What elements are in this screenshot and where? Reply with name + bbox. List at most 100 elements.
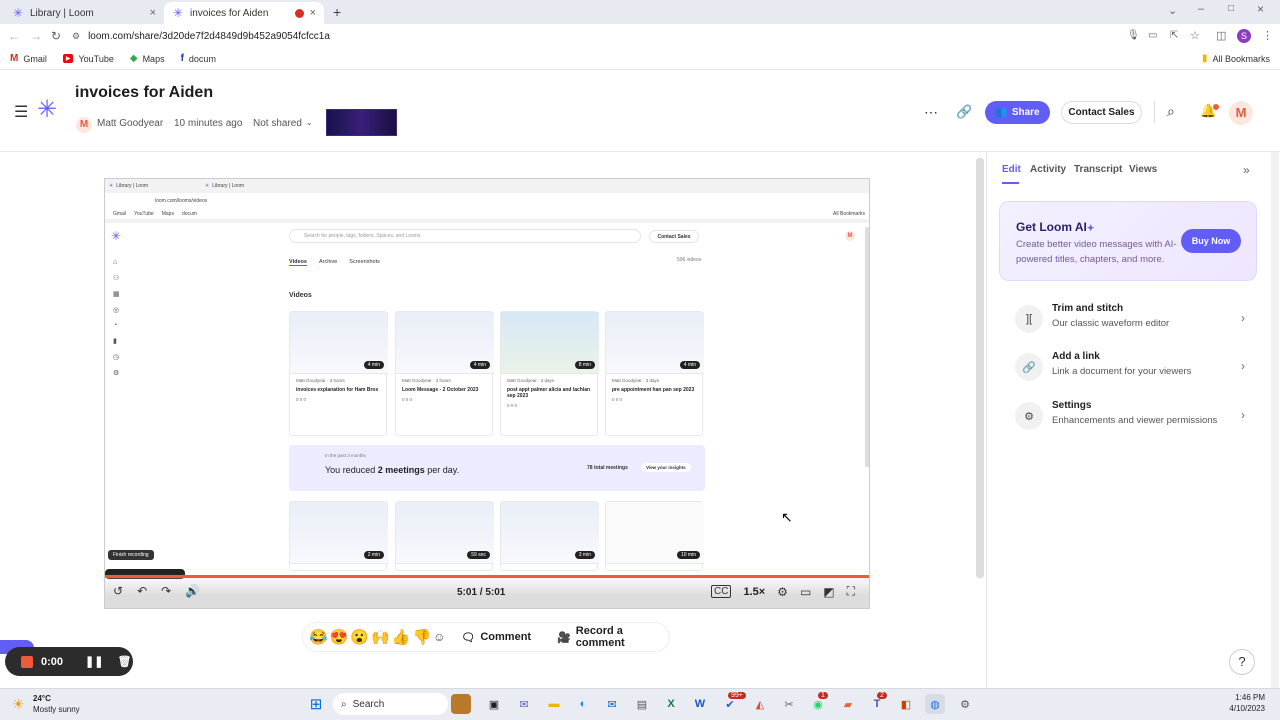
acrobat-icon[interactable]: ◭ [750,694,770,714]
help-button[interactable]: ? [1229,649,1255,675]
edge-icon[interactable]: ◐ [573,694,593,714]
tab-edit[interactable]: Edit [1002,164,1021,175]
cast-icon[interactable]: ▭ [1148,30,1157,41]
task-view-icon[interactable]: ▣ [484,694,504,714]
snipping-icon[interactable]: ✂ [779,694,799,714]
option-add-link[interactable]: 🔗 Add a link Link a document for your vi… [1015,351,1245,385]
emoji-raised-hands[interactable]: 🙌 [371,628,390,646]
captions-icon[interactable]: CC [711,585,732,598]
forward-icon[interactable]: ↷ [161,584,171,598]
bookmark-star-icon[interactable]: ☆ [1190,29,1200,42]
page-title[interactable]: invoices for Aiden [75,84,213,102]
taskbar-search[interactable]: ⌕ Search [333,693,448,715]
sharing-dropdown[interactable]: Not shared ⌄ [253,118,313,129]
side-panel-icon[interactable]: ◫ [1216,29,1226,42]
theater-mode-icon[interactable]: ▭ [800,585,811,599]
emoji-thumbs-up[interactable]: 👍 [392,628,411,646]
delete-icon[interactable]: 🗑 [117,655,131,668]
outlook-icon[interactable]: ✉ [602,694,622,714]
record-comment-button[interactable]: 🎥 Record a comment [557,625,663,649]
teams-chat-icon[interactable]: ✉ [514,694,534,714]
bookmark-youtube[interactable]: ▶ YouTube [62,54,114,64]
stop-recording-icon[interactable] [21,655,33,668]
option-settings[interactable]: ⚙ Settings Enhancements and viewer permi… [1015,400,1245,434]
author-name[interactable]: Matt Goodyear [97,118,163,129]
close-icon[interactable]: × [310,7,316,19]
copy-link-icon[interactable]: 🔗 [956,104,972,120]
tab-views[interactable]: Views [1129,164,1157,175]
close-icon[interactable]: × [150,7,156,19]
all-bookmarks[interactable]: ▮ All Bookmarks [1202,53,1270,64]
video-thumbnail[interactable] [326,109,397,136]
contact-sales-button[interactable]: Contact Sales [1061,101,1142,124]
hamburger-menu-icon[interactable]: ☰ [14,102,28,122]
tab-transcript[interactable]: Transcript [1074,164,1122,175]
file-explorer-icon[interactable]: ▬ [544,694,564,714]
clock-time[interactable]: 1:46 PM [1235,693,1265,702]
buy-now-button[interactable]: Buy Now [1181,229,1241,253]
video-player[interactable]: ✳ Library | Loom ✳ Library | Loom loom.com… [104,178,870,609]
speed-button[interactable]: 1.5× [743,586,765,598]
rewind-icon[interactable]: ↶ [137,584,147,598]
clock-date[interactable]: 4/10/2023 [1215,704,1265,713]
excel-icon[interactable]: X [661,694,681,714]
progress-bar[interactable] [105,575,869,578]
share-button[interactable]: 👥 Share [985,101,1050,124]
picture-in-picture-icon[interactable]: ◩ [823,585,834,599]
page-scrollbar[interactable] [976,158,984,578]
browser-scrollbar[interactable] [1271,152,1279,688]
weather-temp[interactable]: 24°C [33,694,51,703]
settings-app-icon[interactable]: ⚙ [955,694,975,714]
word-icon[interactable]: W [690,694,710,714]
option-trim-stitch[interactable]: ][ Trim and stitch Our classic waveform … [1015,303,1245,337]
window-close-icon[interactable]: × [1257,2,1264,16]
fullscreen-icon[interactable]: ⛶ [847,584,855,599]
tab-library-loom[interactable]: ✳ Library | Loom × [4,2,164,24]
mic-icon[interactable]: 🎙 [1127,30,1140,41]
app-icon[interactable]: ◧ [896,694,916,714]
minimize-icon[interactable]: – [1198,3,1204,15]
bookmark-maps[interactable]: ◆ Maps [130,53,165,64]
search-icon[interactable]: ⌕ [1167,103,1175,120]
replay-icon[interactable]: ↺ [113,584,123,598]
weather-desc[interactable]: Mostly sunny [33,705,80,714]
tab-search-icon[interactable]: ⌄ [1168,4,1177,17]
emoji-wow[interactable]: 😮 [350,628,369,646]
comment-button[interactable]: 🗨 Comment [461,631,531,644]
recording-timer: 0:00 [41,655,64,668]
volume-icon[interactable]: 🔊 [185,584,200,598]
bookmark-gmail[interactable]: M Gmail [10,53,47,64]
site-info-icon[interactable]: ⚙ [72,31,80,42]
tab-activity[interactable]: Activity [1030,164,1066,175]
more-menu-icon[interactable]: ⋮ [1262,29,1273,42]
widgets-icon[interactable] [451,694,471,714]
emoji-heart-eyes[interactable]: 😍 [330,628,349,646]
emoji-thumbs-down[interactable]: 👎 [412,628,431,646]
emoji-joy[interactable]: 😂 [309,628,328,646]
loom-logo-icon: ✳ [109,183,114,189]
folder-app-icon[interactable]: ▰ [838,694,858,714]
windows-start-icon[interactable]: ⊞ [306,694,326,714]
add-emoji-icon[interactable]: ☺ [433,630,445,644]
collapse-panel-icon[interactable]: » [1243,163,1250,177]
bookmark-docum[interactable]: f docum [181,53,216,64]
calculator-icon[interactable]: ▤ [632,694,652,714]
user-avatar[interactable]: M [1229,101,1253,125]
back-icon[interactable]: ← [8,29,20,43]
chrome-icon[interactable]: ◍ [925,694,945,714]
reload-icon[interactable]: ↻ [51,29,61,43]
weather-icon[interactable]: ☀ [12,696,25,713]
new-tab-icon[interactable]: + [333,4,341,20]
video-bookmarks: Gmail YouTube Maps docum All Bookmarks [105,209,869,219]
pause-icon[interactable]: ❚❚ [85,655,103,668]
maximize-icon[interactable]: □ [1228,3,1234,14]
more-options-icon[interactable]: ⋯ [924,104,938,121]
settings-gear-icon[interactable]: ⚙ [777,585,788,599]
url-bar[interactable]: ⚙ loom.com/share/3d20de7f2d4849d9b452a90… [72,27,1122,46]
loom-logo-icon[interactable]: ✳ [37,98,57,122]
profile-avatar[interactable]: S [1237,29,1251,43]
share-page-icon[interactable]: ⇱ [1170,30,1178,41]
video-address-row [105,193,869,209]
tab-invoices[interactable]: ✳ invoices for Aiden × [164,2,324,24]
forward-icon[interactable]: → [30,29,42,43]
